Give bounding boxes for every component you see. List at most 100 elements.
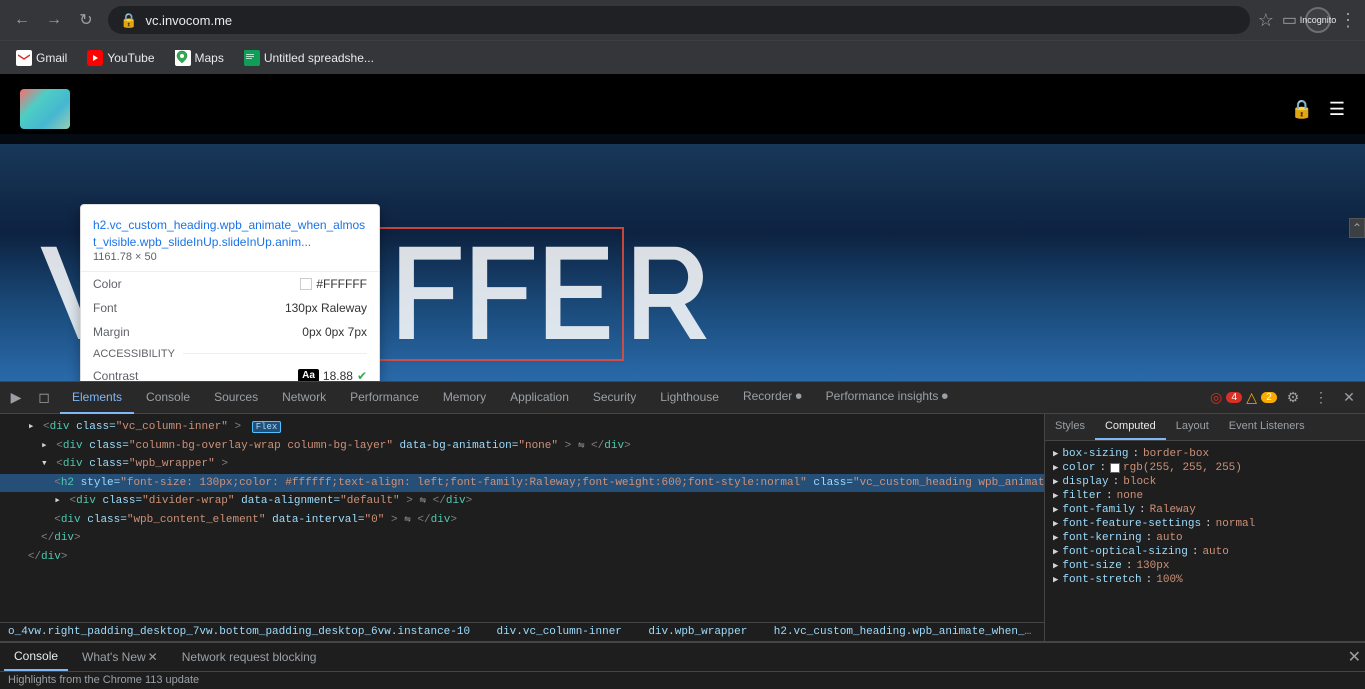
- title-bar: ← → ↻ 🔒 vc.invocom.me ☆ ▭ Incognito ⋮: [0, 0, 1365, 40]
- bookmark-youtube[interactable]: YouTube: [79, 46, 162, 70]
- html-line-8[interactable]: </div>: [0, 548, 1044, 567]
- margin-label: Margin: [93, 325, 130, 339]
- settings-button[interactable]: ⚙: [1281, 386, 1305, 410]
- element-tooltip: h2.vc_custom_heading.wpb_animate_when_al…: [80, 204, 380, 381]
- triangle-box-sizing[interactable]: [1053, 448, 1058, 460]
- tab-sources[interactable]: Sources: [202, 382, 270, 414]
- devtools-left-icons: ▶ ◻: [4, 386, 56, 410]
- html-line-2[interactable]: ▸ <div class="column-bg-overlay-wrap col…: [0, 437, 1044, 456]
- html-line-7[interactable]: </div>: [0, 529, 1044, 548]
- style-row-color: color : rgb(255, 255, 255): [1045, 461, 1365, 475]
- device-toggle-button[interactable]: ◻: [32, 386, 56, 410]
- html-line-3[interactable]: ▾ <div class="wpb_wrapper" >: [0, 455, 1044, 474]
- bookmark-maps[interactable]: Maps: [167, 46, 232, 70]
- back-button[interactable]: ←: [8, 6, 36, 34]
- tooltip-dimensions: 1161.78 × 50: [93, 251, 367, 263]
- tooltip-font-row: Font 130px Raleway: [81, 296, 379, 320]
- html-line-5[interactable]: ▸ <div class="divider-wrap" data-alignme…: [0, 492, 1044, 511]
- html-line-4-highlighted[interactable]: <h2 style="font-size: 130px;color: #ffff…: [0, 474, 1044, 493]
- html-line-1[interactable]: ▸ <div class="vc_column-inner" > Flex: [0, 418, 1044, 437]
- console-tab-whatsnew[interactable]: What's New ✕: [72, 643, 168, 671]
- triangle-font-feature[interactable]: [1053, 518, 1058, 530]
- devtools-right-icons: ◎ 4 △ 2 ⚙ ⋮ ✕: [1210, 386, 1361, 410]
- profile-button[interactable]: Incognito: [1305, 7, 1331, 33]
- scroll-up-button[interactable]: ⌃: [1349, 218, 1365, 238]
- site-logo: [20, 89, 70, 129]
- triangle-font-optical[interactable]: [1053, 546, 1058, 558]
- color-label: Color: [93, 277, 122, 291]
- breadcrumb-item-2[interactable]: div.vc_column-inner: [496, 626, 621, 638]
- html-line-6[interactable]: <div class="wpb_content_element" data-in…: [0, 511, 1044, 530]
- style-row-font-optical: font-optical-sizing : auto: [1045, 545, 1365, 559]
- youtube-icon: [87, 50, 103, 66]
- style-row-box-sizing: box-sizing : border-box: [1045, 447, 1365, 461]
- tooltip-margin-row: Margin 0px 0px 7px: [81, 320, 379, 344]
- tab-performance[interactable]: Performance: [338, 382, 431, 414]
- tab-lighthouse[interactable]: Lighthouse: [648, 382, 731, 414]
- forward-button[interactable]: →: [40, 6, 68, 34]
- contrast-value: Aa 18.88 ✔: [298, 369, 367, 381]
- tab-elements[interactable]: Elements: [60, 382, 134, 414]
- style-row-font-stretch: font-stretch : 100%: [1045, 573, 1365, 587]
- styles-tab-layout[interactable]: Layout: [1166, 414, 1219, 440]
- sheets-icon: [244, 50, 260, 66]
- reload-button[interactable]: ↻: [72, 6, 100, 34]
- page-area: 🔒 ☰ WE OFFER h2.: [0, 74, 1365, 381]
- console-tab-network-blocking[interactable]: Network request blocking: [172, 643, 327, 671]
- browser-frame: ← → ↻ 🔒 vc.invocom.me ☆ ▭ Incognito ⋮ Gm…: [0, 0, 1365, 689]
- triangle-font-stretch[interactable]: [1053, 574, 1058, 586]
- triangle-font-family[interactable]: [1053, 504, 1058, 516]
- tab-console[interactable]: Console: [134, 382, 202, 414]
- devtools-tabbar: ▶ ◻ Elements Console Sources Network Per…: [0, 382, 1365, 414]
- styles-tab-event-listeners[interactable]: Event Listeners: [1219, 414, 1315, 440]
- close-devtools-button[interactable]: ✕: [1337, 386, 1361, 410]
- triangle-display[interactable]: [1053, 476, 1058, 488]
- tab-security[interactable]: Security: [581, 382, 648, 414]
- console-drawer: Console What's New ✕ Network request blo…: [0, 641, 1365, 689]
- style-row-font-size: font-size : 130px: [1045, 559, 1365, 573]
- elements-content: ▸ <div class="vc_column-inner" > Flex ▸ …: [0, 414, 1044, 622]
- bookmark-sheets[interactable]: Untitled spreadshe...: [236, 46, 382, 70]
- breadcrumb-item-4[interactable]: h2.vc_custom_heading.wpb_animate_when_al…: [774, 626, 1044, 638]
- menu-header-icon: ☰: [1329, 99, 1345, 120]
- drawer-close-button[interactable]: ✕: [1348, 647, 1361, 667]
- error-badge: 4: [1226, 392, 1242, 403]
- breadcrumb-item-1[interactable]: o_4vw.right_padding_desktop_7vw.bottom_p…: [8, 626, 470, 638]
- website-content: 🔒 ☰ WE OFFER h2.: [0, 74, 1365, 381]
- maps-icon: [175, 50, 191, 66]
- warning-badge: 2: [1261, 392, 1277, 403]
- tab-performance-insights[interactable]: Performance insights ⏺: [814, 382, 960, 414]
- breadcrumb-item-3[interactable]: div.wpb_wrapper: [648, 626, 747, 638]
- more-options-button[interactable]: ⋮: [1309, 386, 1333, 410]
- breadcrumb-bar: o_4vw.right_padding_desktop_7vw.bottom_p…: [0, 622, 1044, 641]
- gmail-label: Gmail: [36, 51, 67, 65]
- console-tab-console[interactable]: Console: [4, 643, 68, 671]
- address-bar[interactable]: 🔒 vc.invocom.me: [108, 6, 1250, 34]
- triangle-font-size[interactable]: [1053, 560, 1058, 572]
- styles-tab-styles[interactable]: Styles: [1045, 414, 1095, 440]
- style-row-font-feature: font-feature-settings : normal: [1045, 517, 1365, 531]
- styles-panel: Styles Computed Layout Event Listeners b…: [1045, 414, 1365, 641]
- maps-label: Maps: [195, 51, 224, 65]
- triangle-font-kerning[interactable]: [1053, 532, 1058, 544]
- triangle-color[interactable]: [1053, 462, 1058, 474]
- star-icon[interactable]: ☆: [1258, 10, 1274, 31]
- tab-memory[interactable]: Memory: [431, 382, 498, 414]
- site-header-right: 🔒 ☰: [1290, 99, 1345, 120]
- menu-button[interactable]: ⋮: [1339, 10, 1357, 31]
- font-value: 130px Raleway: [285, 301, 367, 315]
- margin-value: 0px 0px 7px: [302, 325, 367, 339]
- tab-recorder[interactable]: Recorder ⏺: [731, 382, 814, 414]
- triangle-filter[interactable]: [1053, 490, 1058, 502]
- cast-icon[interactable]: ▭: [1282, 10, 1297, 30]
- styles-tab-computed[interactable]: Computed: [1095, 414, 1166, 440]
- tab-network[interactable]: Network: [270, 382, 338, 414]
- font-label: Font: [93, 301, 117, 315]
- youtube-label: YouTube: [107, 51, 154, 65]
- console-update-message: Highlights from the Chrome 113 update: [0, 671, 1365, 688]
- tab-application[interactable]: Application: [498, 382, 581, 414]
- bookmark-gmail[interactable]: Gmail: [8, 46, 75, 70]
- inspector-button[interactable]: ▶: [4, 386, 28, 410]
- devtools-main: ▸ <div class="vc_column-inner" > Flex ▸ …: [0, 414, 1365, 641]
- warning-count-icon: △: [1246, 389, 1257, 406]
